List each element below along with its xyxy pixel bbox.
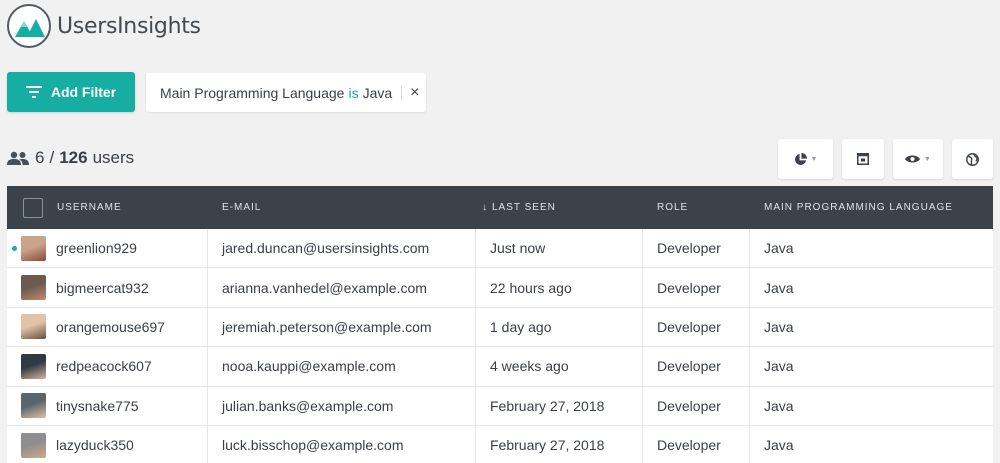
cell-username: bigmeercat932 (7, 268, 208, 307)
filter-icon (25, 86, 42, 98)
cell-last-seen: 22 hours ago (476, 268, 643, 307)
chevron-down-icon: ▼ (924, 155, 931, 163)
cell-role: Developer (643, 347, 750, 386)
username-link[interactable]: bigmeercat932 (56, 280, 149, 296)
pie-chart-icon (794, 152, 807, 165)
cell-language: Java (764, 318, 794, 335)
column-email[interactable]: E-mail (208, 186, 476, 229)
mountain-logo-icon (7, 4, 51, 48)
user-count: 6 / 126 users (7, 148, 134, 168)
avatar (21, 314, 46, 340)
username-link[interactable]: tinysnake775 (56, 398, 139, 414)
table-row[interactable]: bigmeercat932 arianna.vanhedel@example.co… (7, 268, 993, 308)
total-count: 126 (59, 148, 88, 167)
column-language[interactable]: Main Programming Language (750, 186, 993, 229)
count-separator: / (49, 148, 55, 167)
username-link[interactable]: orangemouse697 (56, 319, 165, 335)
cell-username: lazyduck350 (7, 425, 208, 463)
add-filter-label: Add Filter (50, 84, 117, 100)
visibility-button[interactable]: ▼ (893, 139, 943, 179)
cell-language: Java (764, 397, 794, 414)
cell-last-seen: Just now (476, 229, 643, 268)
cell-username: redpeacock607 (7, 347, 208, 386)
shown-count: 6 (35, 148, 45, 167)
online-indicator (12, 246, 17, 251)
cell-username: orangemouse697 (7, 307, 208, 347)
table-header: Username E-mail ↓ Last Seen Role Main Pr… (7, 186, 993, 229)
remove-filter-icon[interactable]: × (410, 84, 419, 102)
cell-email: jared.duncan@usersinsights.com (208, 229, 476, 268)
avatar (21, 353, 46, 379)
username-link[interactable]: redpeacock607 (56, 358, 152, 374)
table-row[interactable]: redpeacock607 nooa.kauppi@example.com 4 we… (7, 347, 993, 387)
cell-language: Java (764, 358, 794, 375)
cell-email: arianna.vanhedel@example.com (208, 268, 476, 307)
table-row[interactable]: tinysnake775 julian.banks@example.com Febr… (7, 386, 993, 426)
cell-last-seen: February 27, 2018 (476, 386, 643, 425)
table-row[interactable]: lazyduck350 luck.bisschop@example.com Febr… (7, 425, 993, 463)
columns-button[interactable] (842, 139, 884, 179)
filter-field: Main Programming Language (160, 84, 345, 101)
logo-text: UsersInsights (57, 13, 201, 39)
eye-icon (905, 155, 921, 163)
add-filter-button[interactable]: Add Filter (7, 72, 135, 112)
table-layout-icon (857, 153, 869, 165)
table-body: greenlion929 jared.duncan@usersinsights.c… (7, 229, 993, 463)
filter-chip[interactable]: Main Programming Language is Java × (146, 73, 426, 112)
cell-role: Developer (643, 229, 750, 268)
cell-language: Java (764, 279, 794, 296)
column-last-seen[interactable]: ↓ Last Seen (476, 186, 643, 229)
select-all-checkbox[interactable] (23, 197, 43, 218)
cell-email: nooa.kauppi@example.com (208, 347, 476, 386)
cell-role: Developer (643, 386, 750, 425)
username-link[interactable]: greenlion929 (56, 240, 137, 256)
cell-language: Java (764, 240, 794, 257)
globe-icon (966, 152, 979, 166)
cell-last-seen: February 27, 2018 (476, 425, 643, 463)
avatar (21, 432, 46, 458)
column-username[interactable]: Username (57, 186, 208, 229)
table-row[interactable]: orangemouse697 jeremiah.peterson@example.… (7, 307, 993, 348)
cell-role: Developer (643, 268, 750, 307)
filter-divider (401, 85, 403, 100)
filter-operator: is (348, 84, 359, 101)
cell-language: Java (764, 437, 794, 454)
map-view-button[interactable] (952, 139, 993, 179)
cell-username: tinysnake775 (7, 386, 208, 425)
users-table: Username E-mail ↓ Last Seen Role Main Pr… (7, 186, 993, 463)
cell-username: greenlion929 (7, 229, 208, 268)
cell-last-seen: 1 day ago (476, 307, 643, 347)
chart-toggle-button[interactable]: ▼ (778, 139, 833, 179)
cell-email: luck.bisschop@example.com (208, 425, 476, 463)
cell-last-seen: 4 weeks ago (476, 347, 643, 386)
table-row[interactable]: greenlion929 jared.duncan@usersinsights.c… (7, 229, 993, 269)
column-role[interactable]: Role (643, 186, 750, 229)
cell-email: julian.banks@example.com (208, 386, 476, 425)
cell-role: Developer (643, 425, 750, 463)
cell-role: Developer (643, 307, 750, 347)
count-unit: users (92, 148, 135, 167)
users-icon (7, 151, 29, 165)
username-link[interactable]: lazyduck350 (56, 437, 134, 453)
chevron-down-icon: ▼ (810, 155, 818, 163)
sort-desc-icon: ↓ (482, 202, 488, 213)
filter-value: Java (362, 84, 393, 101)
avatar (21, 393, 46, 419)
app-logo: UsersInsights (7, 4, 201, 48)
cell-email: jeremiah.peterson@example.com (208, 307, 476, 347)
avatar (21, 235, 46, 261)
column-last-seen-label: Last Seen (492, 202, 556, 213)
avatar (21, 275, 46, 301)
